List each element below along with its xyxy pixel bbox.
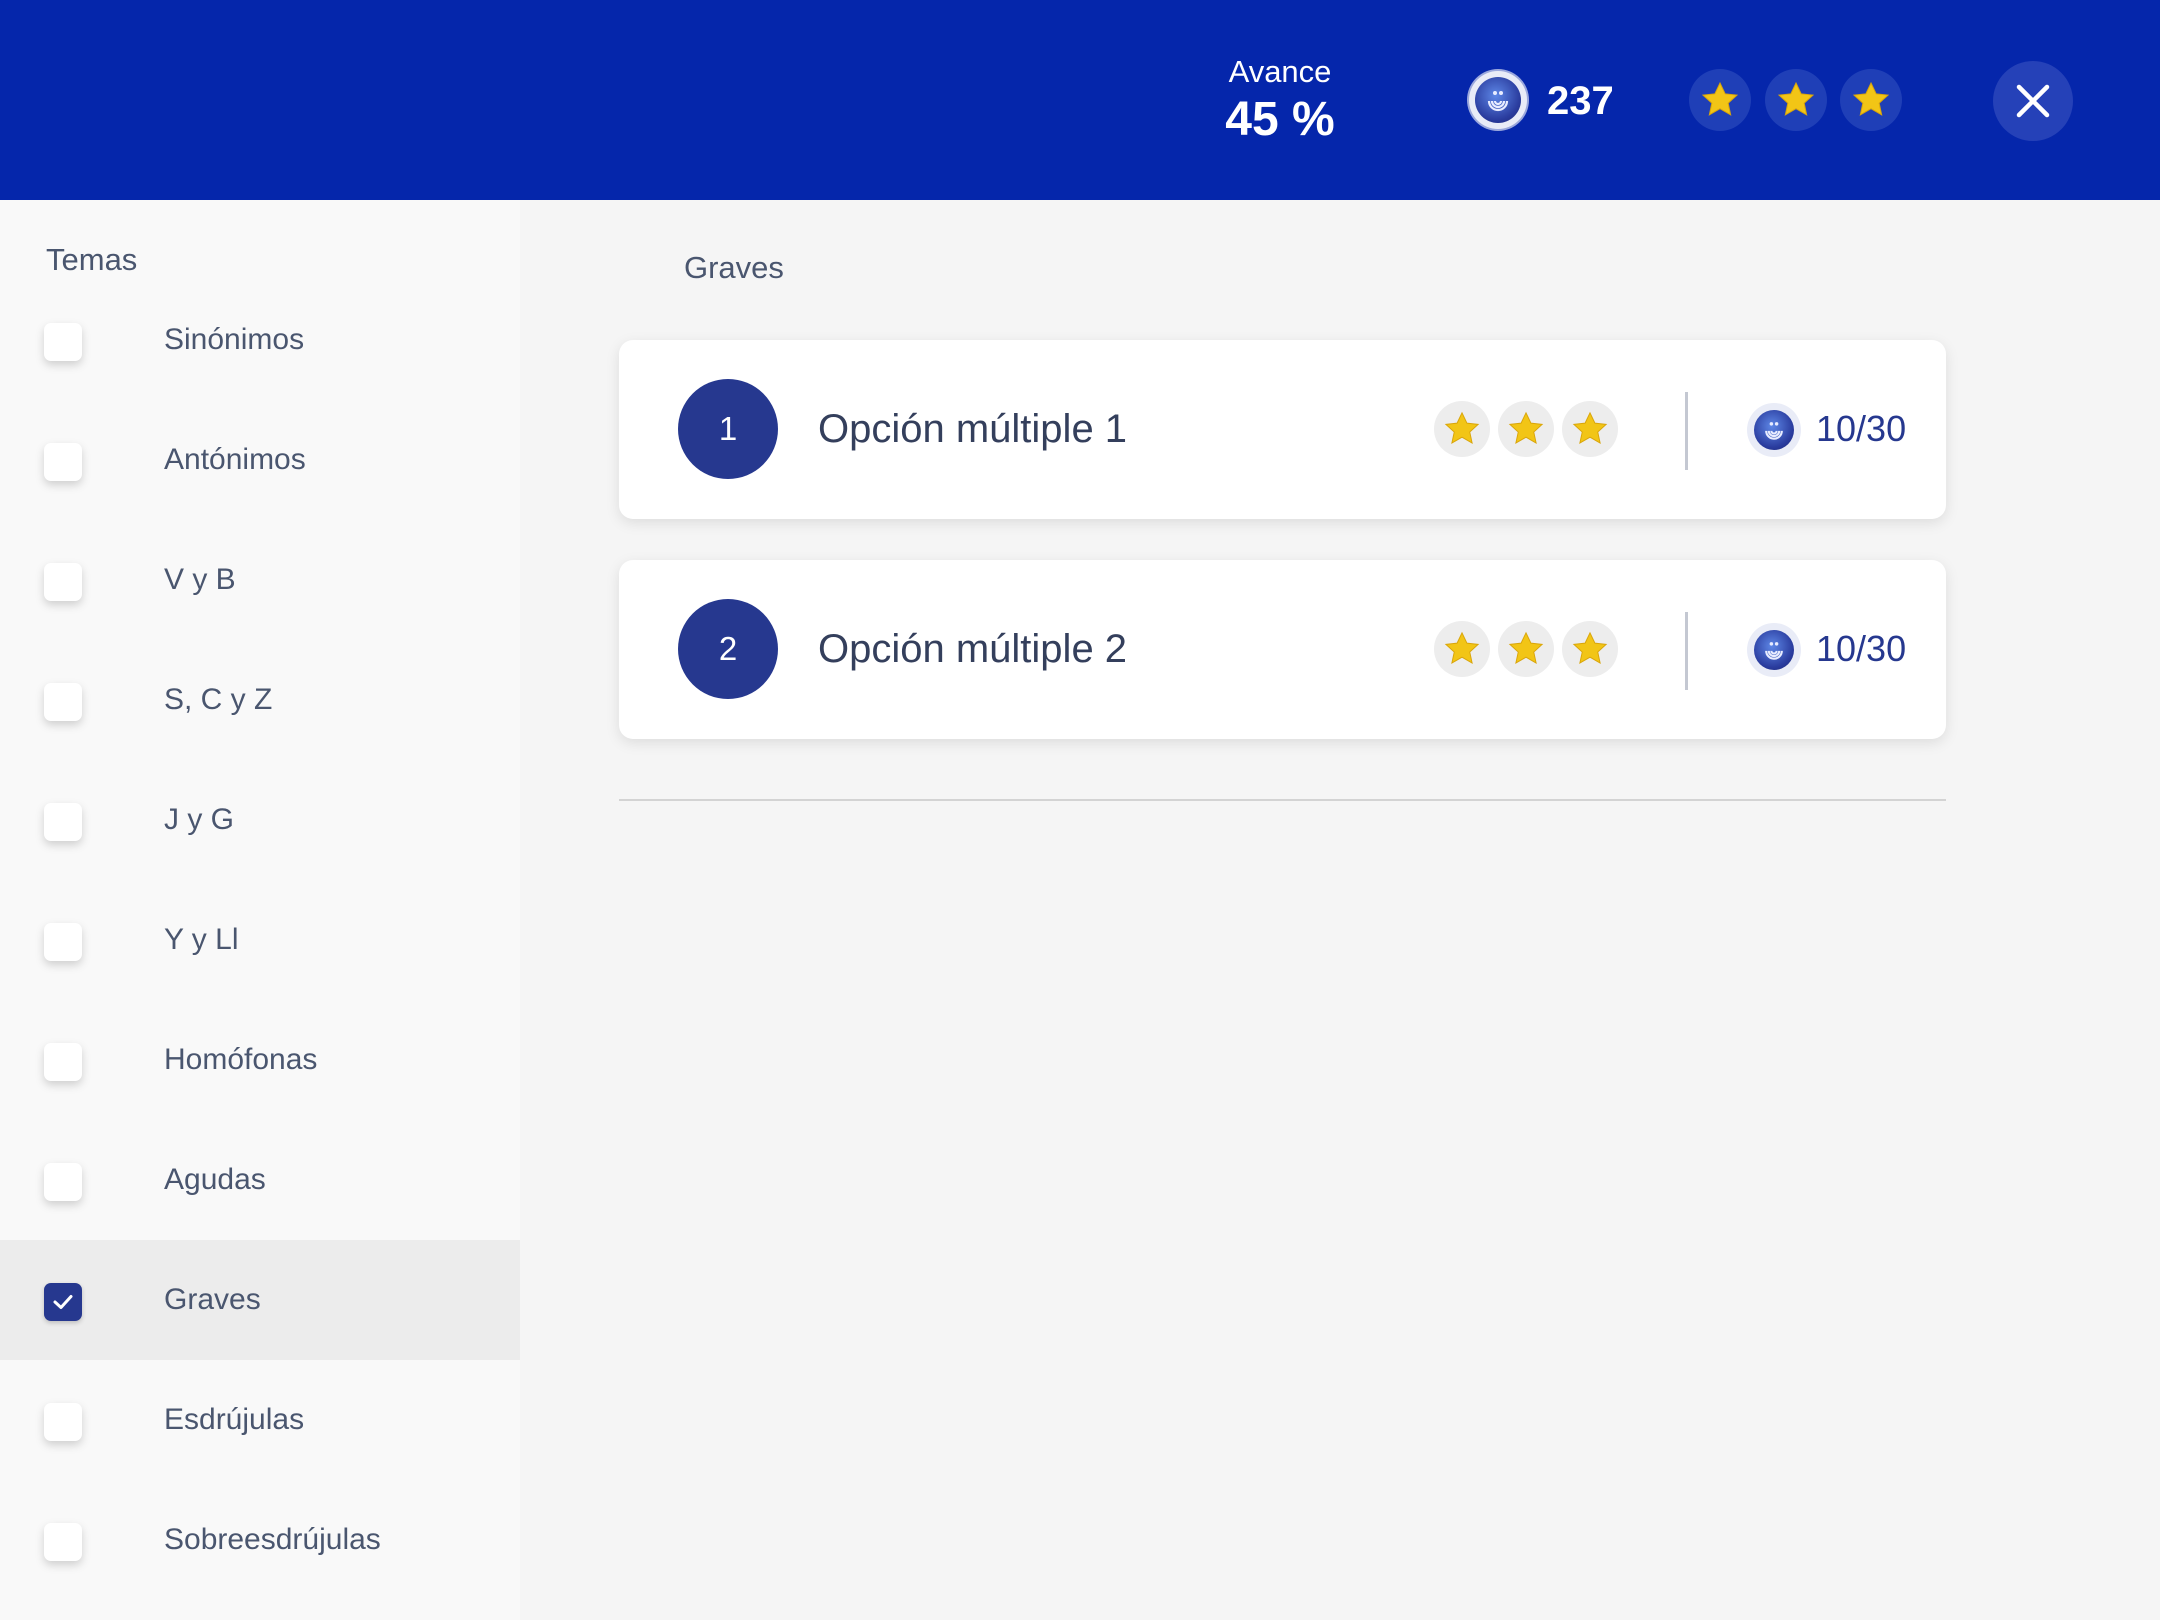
coin-icon (1747, 403, 1801, 457)
sidebar-item-label: Sinónimos (164, 323, 305, 356)
coin-count: 237 (1547, 79, 1614, 123)
checkbox[interactable] (44, 443, 82, 481)
sidebar-item-label: Graves (164, 1283, 261, 1316)
activity-score: 10/30 (1816, 628, 1907, 669)
progress-indicator: Avance 45 % (1200, 52, 1360, 148)
checkbox-checked[interactable] (44, 1283, 82, 1321)
sidebar-item-label: Sobreesdrújulas (164, 1523, 381, 1556)
checkbox[interactable] (44, 1523, 82, 1561)
activity-number: 1 (678, 379, 778, 479)
checkbox[interactable] (44, 923, 82, 961)
activity-card[interactable]: 1 Opción múltiple 1 10/30 (619, 340, 1946, 519)
checkbox[interactable] (44, 1163, 82, 1201)
sidebar-item-y-y-ll[interactable]: Y y Ll (0, 880, 520, 1000)
sidebar-item-label: Esdrújulas (164, 1403, 305, 1436)
star-icon (1498, 621, 1554, 677)
activity-number: 2 (678, 599, 778, 699)
sidebar-title: Temas (46, 242, 138, 277)
activity-score: 10/30 (1816, 408, 1907, 449)
sidebar-item-j-y-g[interactable]: J y G (0, 760, 520, 880)
top-bar: Avance 45 % 237 (0, 0, 2160, 200)
coin-icon (1747, 623, 1801, 677)
star-icon (1434, 621, 1490, 677)
progress-label: Avance (1228, 54, 1332, 89)
checkbox[interactable] (44, 563, 82, 601)
divider (619, 799, 1946, 801)
sidebar-item-v-y-b[interactable]: V y B (0, 520, 520, 640)
activity-card[interactable]: 2 Opción múltiple 2 10/30 (619, 560, 1946, 739)
coin-icon (1469, 71, 1527, 129)
checkbox[interactable] (44, 683, 82, 721)
sidebar-item-label: Agudas (164, 1163, 266, 1196)
activity-title: Opción múltiple 2 (818, 627, 1128, 671)
checkbox[interactable] (44, 803, 82, 841)
topics-sidebar: Temas Sinónimos Antónimos V y B S, C y Z… (0, 200, 520, 1620)
checkbox[interactable] (44, 1043, 82, 1081)
sidebar-item-esdrujulas[interactable]: Esdrújulas (0, 1360, 520, 1480)
sidebar-item-label: Antónimos (164, 443, 306, 476)
star-icon (1840, 69, 1902, 131)
checkbox[interactable] (44, 323, 82, 361)
sidebar-item-label: S, C y Z (164, 683, 273, 716)
sidebar-item-label: Homófonas (164, 1043, 318, 1076)
star-icon (1498, 401, 1554, 457)
divider (1685, 612, 1688, 690)
sidebar-item-label: J y G (164, 803, 235, 836)
progress-value: 45 % (1225, 93, 1335, 146)
check-icon (53, 1295, 73, 1309)
star-icon (1562, 401, 1618, 457)
sidebar-item-homofonas[interactable]: Homófonas (0, 1000, 520, 1120)
sidebar-item-sobreesdrujulas[interactable]: Sobreesdrújulas (0, 1480, 520, 1600)
sidebar-item-graves[interactable]: Graves (0, 1240, 520, 1360)
sidebar-item-sinonimos[interactable]: Sinónimos (0, 280, 520, 400)
sidebar-item-agudas[interactable]: Agudas (0, 1120, 520, 1240)
activity-title: Opción múltiple 1 (818, 407, 1128, 451)
section-title: Graves (684, 250, 784, 285)
divider (1685, 392, 1688, 470)
star-icon (1434, 401, 1490, 457)
checkbox[interactable] (44, 1403, 82, 1441)
sidebar-item-label: Y y Ll (164, 923, 239, 956)
sidebar-item-antonimos[interactable]: Antónimos (0, 400, 520, 520)
sidebar-item-s-c-y-z[interactable]: S, C y Z (0, 640, 520, 760)
close-icon (2016, 84, 2050, 118)
sidebar-item-label: V y B (164, 563, 236, 596)
star-icon (1562, 621, 1618, 677)
star-icon (1689, 69, 1751, 131)
close-button[interactable] (1993, 61, 2073, 141)
star-icon (1765, 69, 1827, 131)
